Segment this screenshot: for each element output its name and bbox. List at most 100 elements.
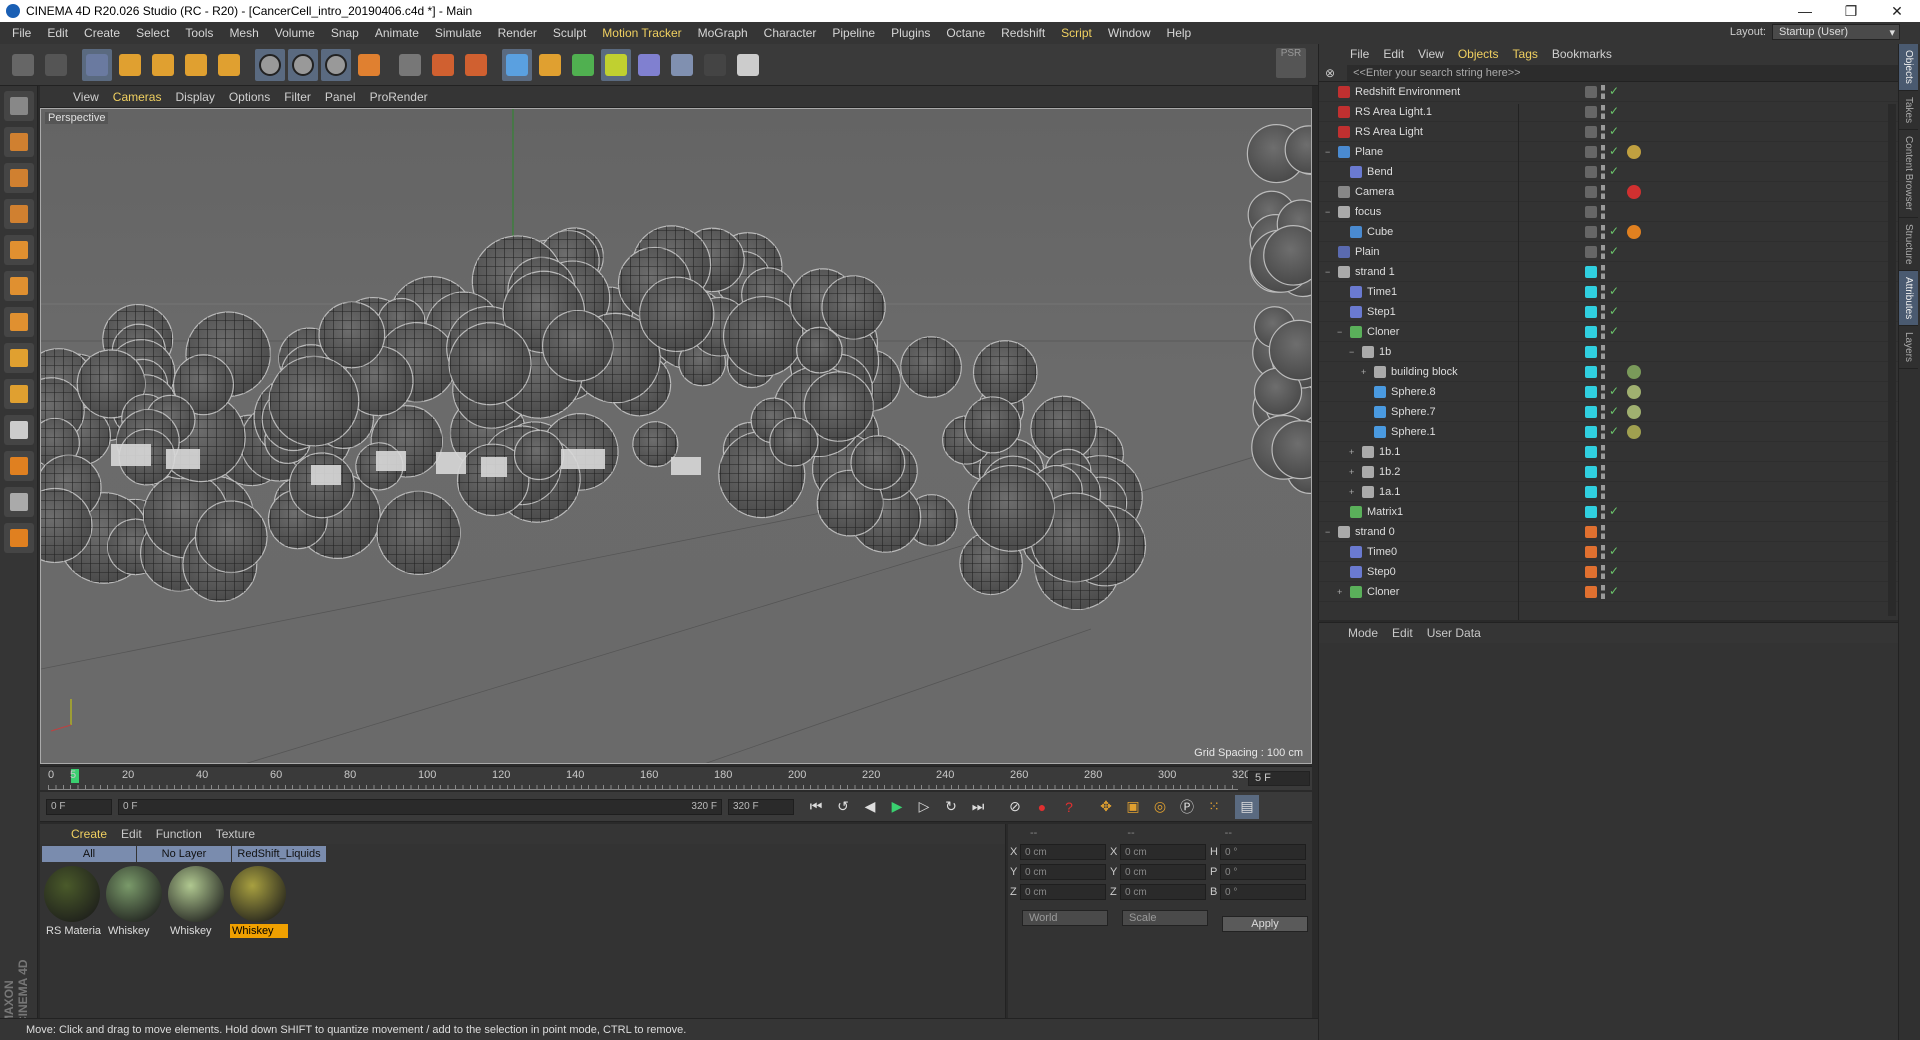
menu-script[interactable]: Script [1053,26,1100,40]
object-row[interactable]: Sphere.7 ✓ [1319,402,1898,422]
menu-select[interactable]: Select [128,26,177,40]
visibility-dots[interactable] [1601,405,1605,419]
visibility-dots[interactable] [1601,245,1605,259]
snap-button[interactable] [4,451,34,481]
close-search-icon[interactable]: ⊗ [1325,66,1335,80]
end-frame-field[interactable]: 320 F [728,798,794,815]
object-tag-icon[interactable] [1627,365,1641,379]
object-row[interactable]: Time1 ✓ [1319,282,1898,302]
y-axis-tool-button[interactable] [288,48,318,81]
expand-toggle[interactable]: − [1325,267,1335,277]
layer-color-swatch[interactable] [1585,486,1597,498]
object-row[interactable]: +1a.1 [1319,482,1898,502]
object-row[interactable]: +1b.2 [1319,462,1898,482]
coordinate-field[interactable]: 0 cm [1020,844,1106,860]
object-search-input[interactable]: <<Enter your search string here>> [1347,64,1898,81]
visibility-dots[interactable] [1601,185,1605,199]
menu-character[interactable]: Character [756,26,825,40]
scale-dropdown[interactable]: Scale [1122,910,1208,926]
object-row[interactable]: Step1 ✓ [1319,302,1898,322]
viewport-menu-filter[interactable]: Filter [277,90,318,104]
menu-edit[interactable]: Edit [39,26,76,40]
expand-toggle[interactable]: + [1349,467,1359,477]
layer-color-swatch[interactable] [1585,446,1597,458]
visibility-dots[interactable] [1601,445,1605,459]
material-swatch[interactable]: Whiskey [230,864,288,938]
attribute-menu-edit[interactable]: Edit [1385,626,1420,640]
filter-redshift-liquids[interactable]: RedShift_Liquids [232,846,326,862]
layer-color-swatch[interactable] [1585,206,1597,218]
solo-mode-button[interactable] [4,415,34,445]
go-to-end-icon[interactable]: ⏭ [966,795,990,819]
menu-motion-tracker[interactable]: Motion Tracker [594,26,689,40]
key-position-icon[interactable]: ✥ [1094,795,1118,819]
object-row[interactable]: Redshift Environment ✓ [1319,82,1898,102]
rotate-tool-button[interactable] [181,49,211,81]
key-scale-icon[interactable]: ▣ [1121,795,1145,819]
key-param-icon[interactable]: Ⓟ [1175,795,1199,819]
record-keys-icon[interactable]: ⊘ [1003,795,1027,819]
enabled-check-icon[interactable]: ✓ [1609,224,1619,238]
menu-create[interactable]: Create [76,26,128,40]
layer-color-swatch[interactable] [1585,326,1597,338]
layer-color-swatch[interactable] [1585,566,1597,578]
coordinate-field[interactable]: 0 cm [1120,844,1206,860]
visibility-dots[interactable] [1601,265,1605,279]
enabled-check-icon[interactable]: ✓ [1609,84,1619,98]
object-row[interactable]: − focus [1319,202,1898,222]
layer-color-swatch[interactable] [1585,246,1597,258]
workplane-lock-button[interactable] [4,487,34,517]
menu-file[interactable]: File [4,26,39,40]
floor-tool-button[interactable] [667,49,697,81]
uv-mode-button[interactable] [4,523,34,553]
world-dropdown[interactable]: World [1022,910,1108,926]
enabled-check-icon[interactable]: ✓ [1609,564,1619,578]
visibility-dots[interactable] [1601,485,1605,499]
viewport[interactable]: Perspective Grid Spacing : 100 cm [40,108,1312,764]
menu-animate[interactable]: Animate [367,26,427,40]
object-menu-bookmarks[interactable]: Bookmarks [1545,47,1619,61]
enabled-check-icon[interactable]: ✓ [1609,244,1619,258]
next-key-icon[interactable]: ↻ [939,795,963,819]
make-editable-button[interactable] [4,91,34,121]
visibility-dots[interactable] [1601,525,1605,539]
object-row[interactable]: Plain ✓ [1319,242,1898,262]
material-swatch[interactable]: Whiskey [106,864,164,938]
object-row[interactable]: RS Area Light ✓ [1319,122,1898,142]
render-pv-tool-button[interactable] [428,49,458,81]
enabled-check-icon[interactable]: ✓ [1609,304,1619,318]
previous-frame-icon[interactable]: ◀ [858,795,882,819]
filter-no-layer[interactable]: No Layer [137,846,231,862]
timeline[interactable]: 0 5 20 40 60 80 100 120 140 160 180 200 220 240 260 280… [40,766,1312,790]
model-mode-button[interactable] [4,127,34,157]
go-to-start-icon[interactable]: ⏮ [804,795,828,819]
object-row[interactable]: − strand 0 [1319,522,1898,542]
tab-content-browser[interactable]: Content Browser [1899,130,1918,218]
visibility-dots[interactable] [1601,205,1605,219]
layer-color-swatch[interactable] [1585,106,1597,118]
expand-toggle[interactable]: + [1349,447,1359,457]
workplane-mode-button[interactable] [4,199,34,229]
enabled-check-icon[interactable]: ✓ [1609,144,1619,158]
maximize-button[interactable]: ❐ [1828,0,1874,22]
filter-all[interactable]: All [42,846,136,862]
attribute-menu-user-data[interactable]: User Data [1420,626,1488,640]
object-row[interactable]: + building block [1319,362,1898,382]
layer-color-swatch[interactable] [1585,146,1597,158]
enabled-check-icon[interactable]: ✓ [1609,584,1619,598]
layer-color-swatch[interactable] [1585,506,1597,518]
coordinate-field[interactable]: 0 cm [1120,884,1206,900]
expand-toggle[interactable]: − [1325,207,1335,217]
material-swatch[interactable]: Whiskey [168,864,226,938]
expand-toggle[interactable]: + [1361,367,1371,377]
close-button[interactable]: ✕ [1874,0,1920,22]
visibility-dots[interactable] [1601,285,1605,299]
coordinate-field[interactable]: 0 cm [1120,864,1206,880]
visibility-dots[interactable] [1601,165,1605,179]
material-menu-function[interactable]: Function [149,827,209,841]
expand-toggle[interactable]: − [1325,147,1335,157]
menu-render[interactable]: Render [490,26,545,40]
layer-color-swatch[interactable] [1585,406,1597,418]
x-axis-tool-button[interactable] [255,48,285,81]
viewport-menu-view[interactable]: View [66,90,106,104]
